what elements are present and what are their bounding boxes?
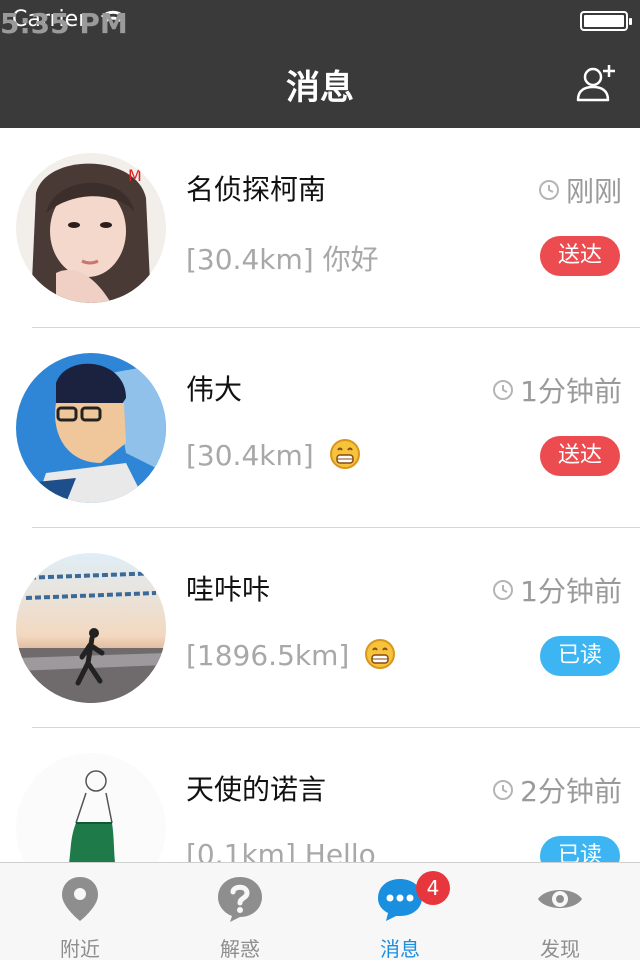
- avatar: [16, 553, 166, 703]
- preview-text: [0.1km] Hello: [186, 838, 376, 862]
- time-label: 1分钟前: [520, 375, 622, 408]
- tab-label: 解惑: [220, 937, 260, 960]
- contact-name: 伟大: [186, 373, 243, 406]
- clock-icon: [493, 780, 514, 800]
- avatar: [16, 753, 166, 862]
- tab-label: 附近: [60, 937, 100, 960]
- status-badge: 已读: [540, 836, 620, 862]
- avatar: M: [16, 153, 166, 303]
- clock-icon: [538, 180, 559, 200]
- tab-nearby[interactable]: 附近: [0, 863, 160, 960]
- status-badge: 已读: [540, 636, 620, 676]
- message-preview: [30.4km] 你好: [186, 238, 379, 278]
- message-preview: [0.1km] Hello: [186, 838, 376, 862]
- contact-name: 天使的诺言: [186, 773, 327, 806]
- status-badge: 送达: [540, 236, 620, 276]
- tab-discover[interactable]: 发现: [480, 863, 640, 960]
- list-item[interactable]: M 名侦探柯南 刚刚 [30.4km] 你好 送达: [0, 128, 640, 328]
- eye-icon: [538, 890, 582, 908]
- message-time: 1分钟前: [492, 370, 622, 410]
- location-pin-icon: [62, 877, 98, 921]
- preview-text: [30.4km] 你好: [186, 243, 379, 276]
- contact-name: 哇咔咔: [186, 573, 271, 606]
- list-item[interactable]: 伟大 1分钟前 [30.4km] 送达: [0, 328, 640, 528]
- page-title: 消息: [286, 68, 354, 108]
- avatar: [16, 353, 166, 503]
- message-time: 1分钟前: [492, 570, 622, 610]
- message-preview: [30.4km]: [186, 438, 361, 472]
- grin-emoji-icon: [329, 439, 360, 469]
- unread-count-badge: 4: [416, 871, 450, 905]
- message-time: 刚刚: [538, 170, 622, 210]
- message-preview: [1896.5km]: [186, 638, 396, 672]
- contact-name: 名侦探柯南: [186, 173, 327, 206]
- tab-messages[interactable]: 4 消息: [320, 863, 480, 960]
- list-item[interactable]: 天使的诺言 2分钟前 [0.1km] Hello 已读: [0, 728, 640, 862]
- tab-bar: 附近 解惑 4 消息 发现: [0, 862, 640, 960]
- message-list: M 名侦探柯南 刚刚 [30.4km] 你好 送达 伟大 1分钟前 [30.4k…: [0, 128, 640, 862]
- time-label: 1分钟前: [520, 575, 622, 608]
- clock-icon: [493, 380, 514, 400]
- svg-text:M: M: [128, 166, 142, 185]
- clock-icon: [493, 580, 514, 600]
- message-time: 2分钟前: [492, 770, 622, 810]
- tab-label: 发现: [540, 937, 580, 960]
- preview-text: [30.4km]: [186, 439, 314, 472]
- tab-questions[interactable]: 解惑: [160, 863, 320, 960]
- grin-emoji-icon: [365, 639, 396, 669]
- battery-icon: [580, 11, 632, 31]
- list-item[interactable]: 哇咔咔 1分钟前 [1896.5km] 已读: [0, 528, 640, 728]
- status-bar: Carrier 5:35 PM: [0, 0, 640, 40]
- nav-bar: 消息: [0, 40, 640, 128]
- time-label: 2分钟前: [520, 775, 622, 808]
- status-badge: 送达: [540, 436, 620, 476]
- question-icon: [218, 877, 262, 922]
- add-friend-icon[interactable]: [574, 62, 618, 106]
- preview-text: [1896.5km]: [186, 639, 350, 672]
- tab-label: 消息: [380, 937, 420, 960]
- status-time: 5:35 PM: [0, 7, 128, 40]
- time-label: 刚刚: [565, 175, 622, 208]
